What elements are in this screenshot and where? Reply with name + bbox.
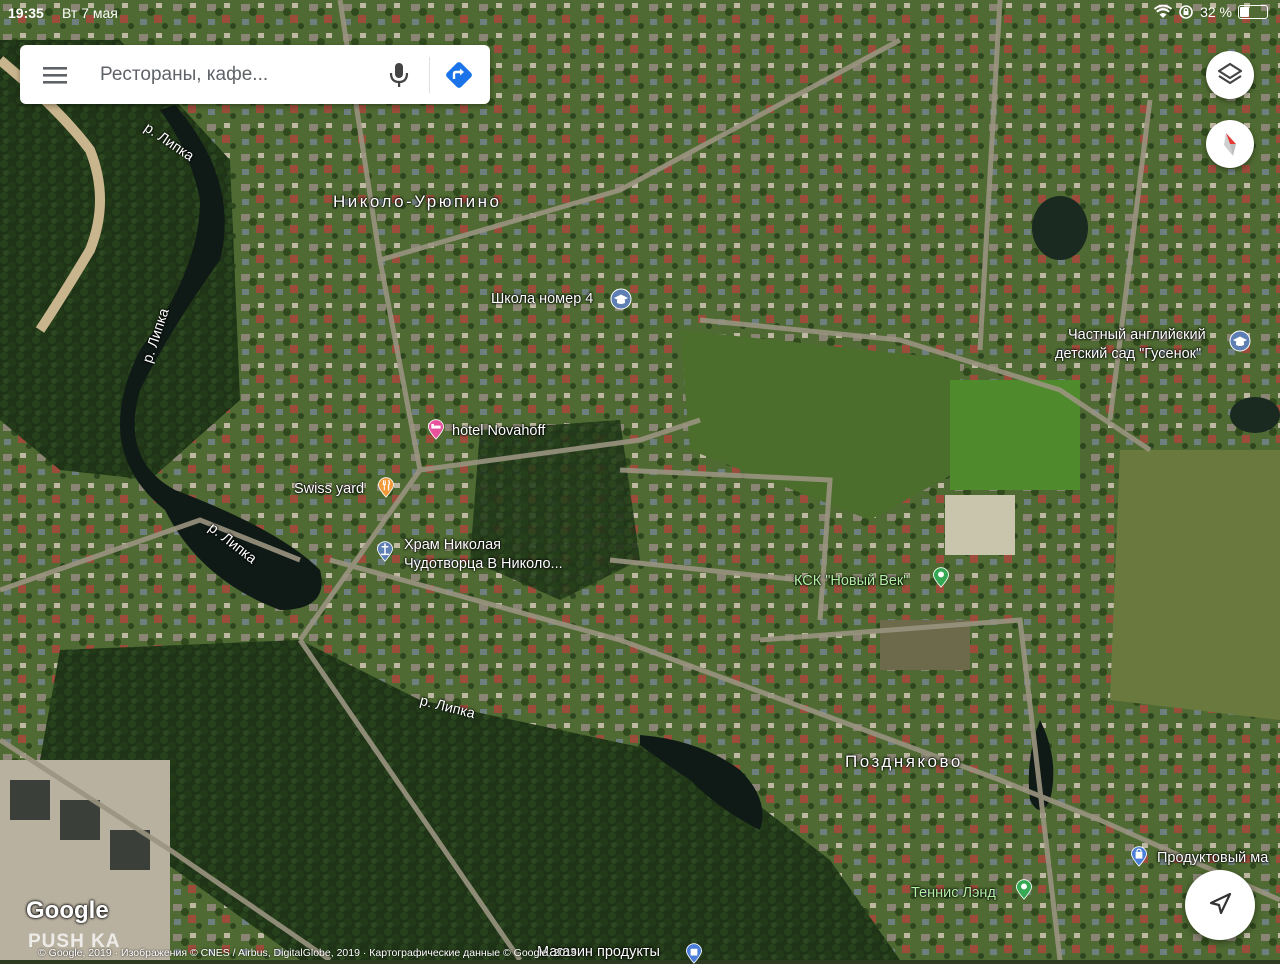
poi-label[interactable]: Swiss yard — [294, 481, 364, 497]
search-bar[interactable] — [20, 45, 490, 104]
rotation-lock-icon — [1179, 5, 1193, 19]
village-label-nikolo-uryupino[interactable]: Николо-Урюпино — [333, 192, 502, 212]
google-logo: Google — [26, 897, 109, 924]
poi-label[interactable]: КСК "Новый Век" — [794, 573, 908, 589]
status-right: 32 % — [1154, 4, 1268, 20]
park-pin-icon[interactable] — [1013, 878, 1035, 900]
village-label-pozdnyakovo[interactable]: Поздняково — [845, 752, 963, 772]
compass-icon — [1224, 133, 1236, 156]
layers-button[interactable] — [1206, 51, 1254, 99]
battery-percent: 32 % — [1200, 4, 1232, 20]
attribution-text[interactable]: © Google, 2019 · Изображения © CNES / Ai… — [38, 947, 577, 959]
satellite-map[interactable] — [0, 0, 1280, 960]
navigation-arrow-icon — [1209, 892, 1232, 915]
wifi-icon — [1154, 5, 1173, 18]
layers-icon — [1217, 62, 1243, 85]
restaurant-icon[interactable] — [375, 476, 397, 498]
status-time: 19:35 — [8, 5, 44, 21]
kindergarten-icon[interactable] — [1229, 330, 1251, 352]
status-bar: 19:35 Вт 7 мая 32 % — [0, 0, 1280, 26]
poi-label[interactable]: hotel Novahoff — [452, 423, 545, 439]
poi-label-line2[interactable]: детский сад "Гусенок" — [1055, 346, 1201, 362]
my-location-button[interactable] — [1185, 870, 1255, 940]
poi-label-line1[interactable]: Частный английский — [1068, 327, 1206, 343]
hotel-icon[interactable] — [425, 418, 447, 440]
poi-label[interactable]: Теннис Лэнд — [911, 885, 996, 901]
search-input[interactable] — [98, 59, 382, 91]
poi-label-line1[interactable]: Храм Николая — [404, 537, 501, 553]
menu-icon[interactable] — [42, 63, 68, 87]
microphone-icon[interactable] — [386, 60, 412, 90]
shop-icon[interactable] — [683, 942, 705, 964]
search-divider — [429, 57, 430, 93]
compass-button[interactable] — [1206, 120, 1254, 168]
poi-label[interactable]: Школа номер 4 — [491, 291, 593, 307]
poi-label[interactable]: Продуктовый ма — [1157, 850, 1268, 866]
school-icon[interactable] — [610, 288, 632, 310]
battery-icon — [1238, 5, 1268, 19]
place-of-worship-icon[interactable] — [374, 540, 396, 562]
status-date: Вт 7 мая — [62, 5, 118, 21]
directions-icon[interactable] — [443, 59, 475, 91]
park-pin-icon[interactable] — [930, 566, 952, 588]
shop-icon[interactable] — [1128, 845, 1150, 867]
poi-label-line2[interactable]: Чудотворца В Николо... — [404, 556, 563, 572]
